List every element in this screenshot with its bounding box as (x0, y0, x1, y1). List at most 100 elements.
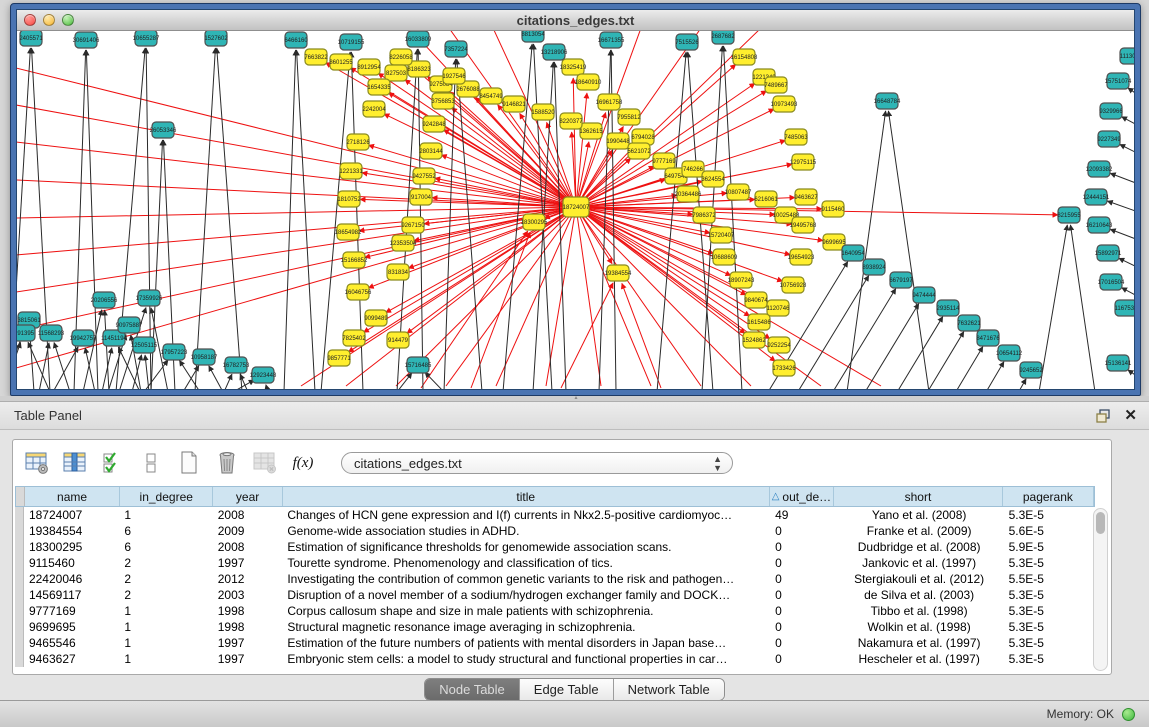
column-header-year[interactable]: year (213, 487, 282, 506)
graph-node[interactable]: 7515526 (675, 34, 699, 50)
graph-node[interactable]: 7986372 (692, 207, 716, 223)
function-builder-icon[interactable]: f(x) (289, 449, 317, 477)
table-cell[interactable]: Stergiakouli et al. (2012) (835, 571, 1004, 587)
table-cell[interactable]: Embryonic stem cells: a model to study s… (282, 651, 770, 667)
graph-node[interactable]: 8215955 (1057, 207, 1081, 223)
graph-node[interactable]: 2687682 (711, 31, 735, 44)
minimize-window-button[interactable] (43, 14, 55, 26)
graph-node[interactable]: 8912954 (357, 59, 381, 75)
graph-node[interactable]: 827503 (385, 65, 407, 81)
table-cell[interactable]: 2 (119, 571, 212, 587)
table-cell[interactable]: 2003 (213, 587, 283, 603)
select-all-icon[interactable] (99, 449, 127, 477)
graph-node[interactable]: 12353504 (390, 235, 417, 251)
graph-node[interactable]: 9329966 (1099, 103, 1123, 119)
table-cell[interactable]: 1998 (213, 619, 283, 635)
tab-edge-table[interactable]: Edge Table (520, 679, 614, 700)
graph-node[interactable]: 17359926 (136, 290, 163, 306)
table-cell[interactable]: 14569117 (24, 587, 119, 603)
table-cell[interactable]: 0 (770, 523, 835, 539)
table-cell[interactable]: 2009 (213, 523, 283, 539)
graph-node[interactable]: 20364486 (675, 186, 702, 202)
table-cell[interactable]: 0 (770, 555, 835, 571)
graph-node[interactable]: 30691406 (73, 32, 100, 48)
unselect-all-icon[interactable] (137, 449, 165, 477)
table-row[interactable]: 946362711997Embryonic stem cells: a mode… (15, 651, 1095, 667)
memory-status-indicator[interactable] (1122, 708, 1135, 721)
graph-node[interactable]: 2935114 (937, 300, 961, 316)
graph-node[interactable]: 9252254 (767, 337, 791, 353)
table-cell[interactable]: 9699695 (24, 619, 119, 635)
graph-node[interactable]: 6216061 (754, 191, 778, 207)
table-cell[interactable]: 5.3E-5 (1004, 603, 1095, 619)
table-cell[interactable]: 1 (119, 603, 212, 619)
graph-node[interactable]: 16671355 (598, 32, 625, 48)
table-row[interactable]: 1938455462009Genome-wide association stu… (15, 523, 1095, 539)
table-cell[interactable]: 9115460 (24, 555, 119, 571)
graph-node[interactable]: 1527602 (204, 31, 228, 46)
graph-node[interactable]: 1167533 (1115, 300, 1134, 316)
table-mode-icon[interactable] (23, 449, 51, 477)
table-cell[interactable]: 5.3E-5 (1004, 507, 1095, 523)
graph-node[interactable]: 19654923 (788, 249, 815, 265)
tab-node-table[interactable]: Node Table (425, 679, 520, 700)
table-cell[interactable]: 22420046 (24, 571, 119, 587)
table-cell[interactable]: 0 (770, 603, 835, 619)
table-cell[interactable]: Jankovic et al. (1997) (835, 555, 1004, 571)
graph-node[interactable]: 18325419 (560, 59, 587, 75)
scrollbar-thumb[interactable] (1096, 512, 1105, 534)
table-cell[interactable]: Structural magnetic resonance image aver… (282, 619, 770, 635)
graph-node[interactable]: 15720407 (708, 227, 735, 243)
table-cell[interactable]: Investigating the contribution of common… (282, 571, 770, 587)
graph-node[interactable]: 9463627 (794, 189, 818, 205)
table-cell[interactable]: 1997 (213, 651, 283, 667)
graph-node[interactable]: 18654982 (335, 224, 362, 240)
graph-node[interactable]: 2242004 (362, 101, 386, 117)
graph-node[interactable]: 8220377 (559, 113, 583, 129)
graph-node[interactable]: 6679197 (889, 272, 913, 288)
zoom-window-button[interactable] (62, 14, 74, 26)
graph-node[interactable]: 20206556 (91, 292, 118, 308)
table-row[interactable]: 946554611997Estimation of the future num… (15, 635, 1095, 651)
graph-node[interactable]: 9227349 (1097, 131, 1121, 147)
graph-node[interactable]: 12923448 (250, 367, 277, 383)
table-cell[interactable]: 0 (770, 571, 835, 587)
table-cell[interactable]: 5.5E-5 (1004, 571, 1095, 587)
graph-node[interactable]: 1990448 (606, 133, 630, 149)
graph-node[interactable]: 90975887 (116, 317, 143, 333)
graph-node[interactable]: 9242848 (422, 116, 446, 132)
graph-node[interactable]: 7955812 (617, 109, 641, 125)
graph-node[interactable]: 917004 (410, 189, 432, 205)
graph-node[interactable]: 12505115 (131, 337, 158, 353)
table-cell[interactable]: 5.6E-5 (1004, 523, 1095, 539)
table-cell[interactable]: Nakamura et al. (1997) (835, 635, 1004, 651)
table-cell[interactable]: 2 (119, 555, 212, 571)
table-row[interactable]: 969969511998Structural magnetic resonanc… (15, 619, 1095, 635)
table-cell[interactable]: Corpus callosum shape and size in male p… (282, 603, 770, 619)
table-cell[interactable]: Hescheler et al. (1997) (835, 651, 1004, 667)
graph-node[interactable]: 11568293 (38, 325, 65, 341)
graph-node[interactable]: 7485063 (784, 129, 808, 145)
table-cell[interactable]: Franke et al. (2009) (835, 523, 1004, 539)
graph-node[interactable]: 7632621 (957, 315, 981, 331)
graph-node[interactable]: 8813054 (521, 31, 545, 42)
graph-node[interactable]: 1221331 (339, 163, 363, 179)
graph-node[interactable]: 391395 (17, 325, 35, 341)
table-cell[interactable]: 0 (770, 587, 835, 603)
table-cell[interactable]: 2008 (213, 507, 283, 523)
table-cell[interactable]: Estimation of the future numbers of pati… (282, 635, 770, 651)
graph-node[interactable]: 2405571 (19, 31, 43, 46)
table-cell[interactable]: 5.9E-5 (1004, 539, 1095, 555)
table-cell[interactable]: 5.3E-5 (1004, 635, 1095, 651)
graph-node[interactable]: 1588520 (531, 104, 555, 120)
graph-node[interactable]: 9857771 (327, 350, 351, 366)
table-cell[interactable]: 1 (119, 635, 212, 651)
graph-node[interactable]: 10655287 (133, 31, 160, 46)
graph-node[interactable]: 7825402 (342, 330, 366, 346)
graph-node[interactable]: 831834 (387, 264, 409, 280)
table-cell[interactable]: 18300295 (24, 539, 119, 555)
graph-node[interactable]: 1524862 (742, 332, 766, 348)
graph-node[interactable]: 6466160 (284, 32, 308, 48)
table-row[interactable]: 2242004622012Investigating the contribut… (15, 571, 1095, 587)
table-cell[interactable]: 0 (770, 651, 835, 667)
